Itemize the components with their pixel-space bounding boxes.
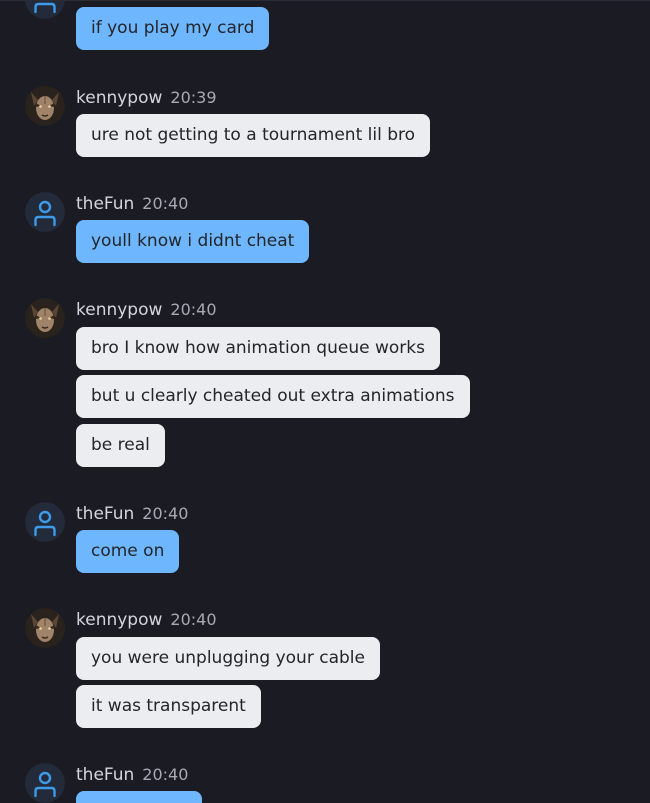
message-bubble[interactable]: youll know i didnt cheat xyxy=(76,220,310,263)
avatar-kennypow[interactable] xyxy=(25,608,65,648)
username[interactable]: theFun xyxy=(76,504,134,524)
message-bubble[interactable] xyxy=(76,791,202,803)
message-header: kennypow 20:40 xyxy=(76,609,217,631)
message-bubble[interactable]: it was transparent xyxy=(76,685,261,728)
message-header: kennypow 20:40 xyxy=(76,299,217,321)
avatar-kennypow[interactable] xyxy=(25,86,65,126)
username[interactable]: kennypow xyxy=(76,610,162,630)
message-header: kennypow 20:39 xyxy=(76,87,217,109)
message-bubble[interactable]: bro I know how animation queue works xyxy=(76,327,440,370)
demon-face-icon xyxy=(25,298,65,338)
message-bubble[interactable]: if you play my card xyxy=(76,7,270,50)
username[interactable]: theFun xyxy=(76,194,134,214)
user-silhouette-icon xyxy=(25,763,65,803)
timestamp: 20:40 xyxy=(142,765,189,784)
message-bubble[interactable]: come on xyxy=(76,530,180,573)
timestamp: 20:40 xyxy=(170,300,217,319)
message-bubble[interactable]: but u clearly cheated out extra animatio… xyxy=(76,375,470,418)
demon-face-icon xyxy=(25,86,65,126)
chat-message-list[interactable]: if you play my card kennypow 20:39 ure no… xyxy=(0,0,650,803)
message-bubble[interactable]: you were unplugging your cable xyxy=(76,637,380,680)
demon-face-icon xyxy=(25,608,65,648)
user-silhouette-icon xyxy=(25,502,65,542)
avatar-thefun[interactable] xyxy=(25,192,65,232)
username[interactable]: kennypow xyxy=(76,300,162,320)
timestamp: 20:39 xyxy=(170,88,217,107)
avatar-thefun[interactable] xyxy=(25,1,65,19)
avatar-kennypow[interactable] xyxy=(25,298,65,338)
message-header: theFun 20:40 xyxy=(76,764,188,786)
message-header: theFun 20:40 xyxy=(76,193,188,215)
username[interactable]: kennypow xyxy=(76,88,162,108)
avatar-thefun[interactable] xyxy=(25,502,65,542)
message-header: theFun 20:40 xyxy=(76,503,188,525)
user-silhouette-icon xyxy=(25,192,65,232)
avatar-thefun[interactable] xyxy=(25,763,65,803)
username[interactable]: theFun xyxy=(76,765,134,785)
timestamp: 20:40 xyxy=(142,504,189,523)
message-bubble[interactable]: ure not getting to a tournament lil bro xyxy=(76,114,431,157)
user-silhouette-icon xyxy=(25,1,65,19)
message-bubble[interactable]: be real xyxy=(76,424,165,467)
timestamp: 20:40 xyxy=(142,194,189,213)
timestamp: 20:40 xyxy=(170,610,217,629)
